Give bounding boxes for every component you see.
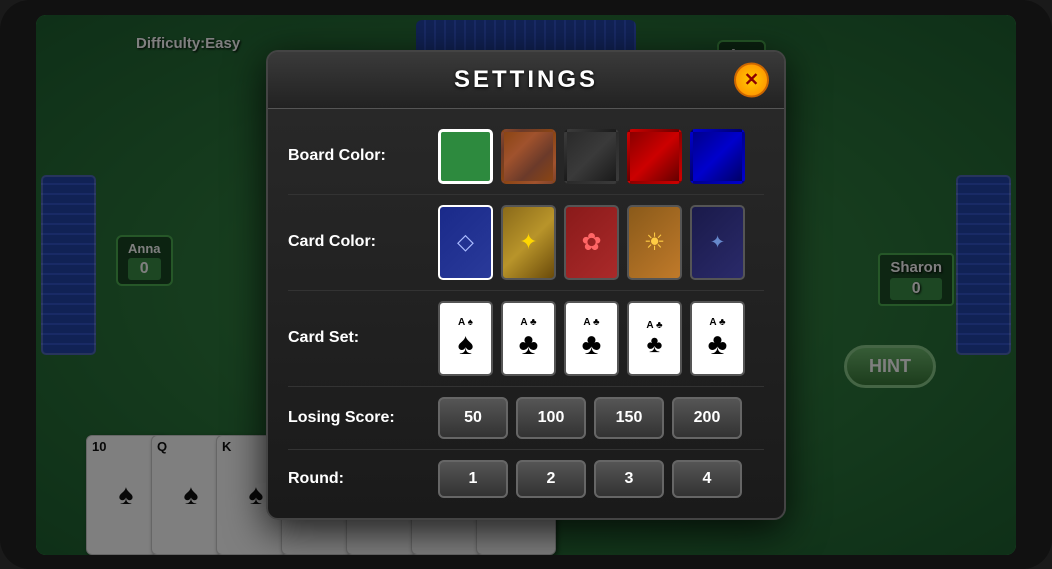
card-color-orange[interactable]: ☀ (627, 205, 682, 280)
tablet-frame: Difficulty:Easy Ann 0 Anna 0 Sharon 0 HI… (0, 0, 1052, 569)
modal-overlay: SETTINGS ✕ Board Color: (36, 15, 1016, 555)
board-color-options (438, 129, 745, 184)
round-options: 1 2 3 4 (438, 460, 742, 498)
round-btn-2[interactable]: 2 (516, 460, 586, 498)
losing-score-label: Losing Score: (288, 409, 438, 427)
card-set-5[interactable]: A ♣ ♣ (690, 301, 745, 376)
card-color-options: ◇ ✦ ✿ ☀ ✦ (438, 205, 745, 280)
card-color-label: Card Color: (288, 233, 438, 251)
swatch-green[interactable] (438, 129, 493, 184)
board-color-label: Board Color: (288, 147, 438, 165)
score-btn-100[interactable]: 100 (516, 397, 586, 439)
swatch-navy[interactable] (690, 129, 745, 184)
round-btn-4[interactable]: 4 (672, 460, 742, 498)
card-color-blue[interactable]: ◇ (438, 205, 493, 280)
settings-title: SETTINGS (454, 66, 598, 94)
close-button[interactable]: ✕ (734, 62, 769, 97)
card-set-2[interactable]: A ♣ ♣ (501, 301, 556, 376)
card-color-row: Card Color: ◇ ✦ ✿ ☀ (288, 195, 764, 291)
card-set-row: Card Set: A ♠ ♠ A ♣ ♣ A ♣ (288, 291, 764, 387)
settings-modal: SETTINGS ✕ Board Color: (266, 50, 786, 520)
score-btn-150[interactable]: 150 (594, 397, 664, 439)
card-color-gold[interactable]: ✦ (501, 205, 556, 280)
card-set-1[interactable]: A ♠ ♠ (438, 301, 493, 376)
score-btn-50[interactable]: 50 (438, 397, 508, 439)
swatch-wood[interactable] (501, 129, 556, 184)
card-set-label: Card Set: (288, 329, 438, 347)
round-row: Round: 1 2 3 4 (288, 450, 764, 508)
modal-header: SETTINGS ✕ (268, 52, 784, 109)
swatch-red[interactable] (627, 129, 682, 184)
card-color-darkblue[interactable]: ✦ (690, 205, 745, 280)
swatch-dark[interactable] (564, 129, 619, 184)
board-color-row: Board Color: (288, 119, 764, 195)
round-btn-3[interactable]: 3 (594, 460, 664, 498)
losing-score-row: Losing Score: 50 100 150 200 (288, 387, 764, 450)
close-icon: ✕ (744, 69, 759, 90)
game-background: Difficulty:Easy Ann 0 Anna 0 Sharon 0 HI… (36, 15, 1016, 555)
round-btn-1[interactable]: 1 (438, 460, 508, 498)
round-label: Round: (288, 470, 438, 488)
losing-score-options: 50 100 150 200 (438, 397, 742, 439)
card-color-red[interactable]: ✿ (564, 205, 619, 280)
modal-body: Board Color: Card Color: ◇ (268, 109, 784, 518)
card-set-3[interactable]: A ♣ ♣ (564, 301, 619, 376)
card-set-options: A ♠ ♠ A ♣ ♣ A ♣ ♣ (438, 301, 745, 376)
card-set-4[interactable]: A ♣ ♣ (627, 301, 682, 376)
score-btn-200[interactable]: 200 (672, 397, 742, 439)
